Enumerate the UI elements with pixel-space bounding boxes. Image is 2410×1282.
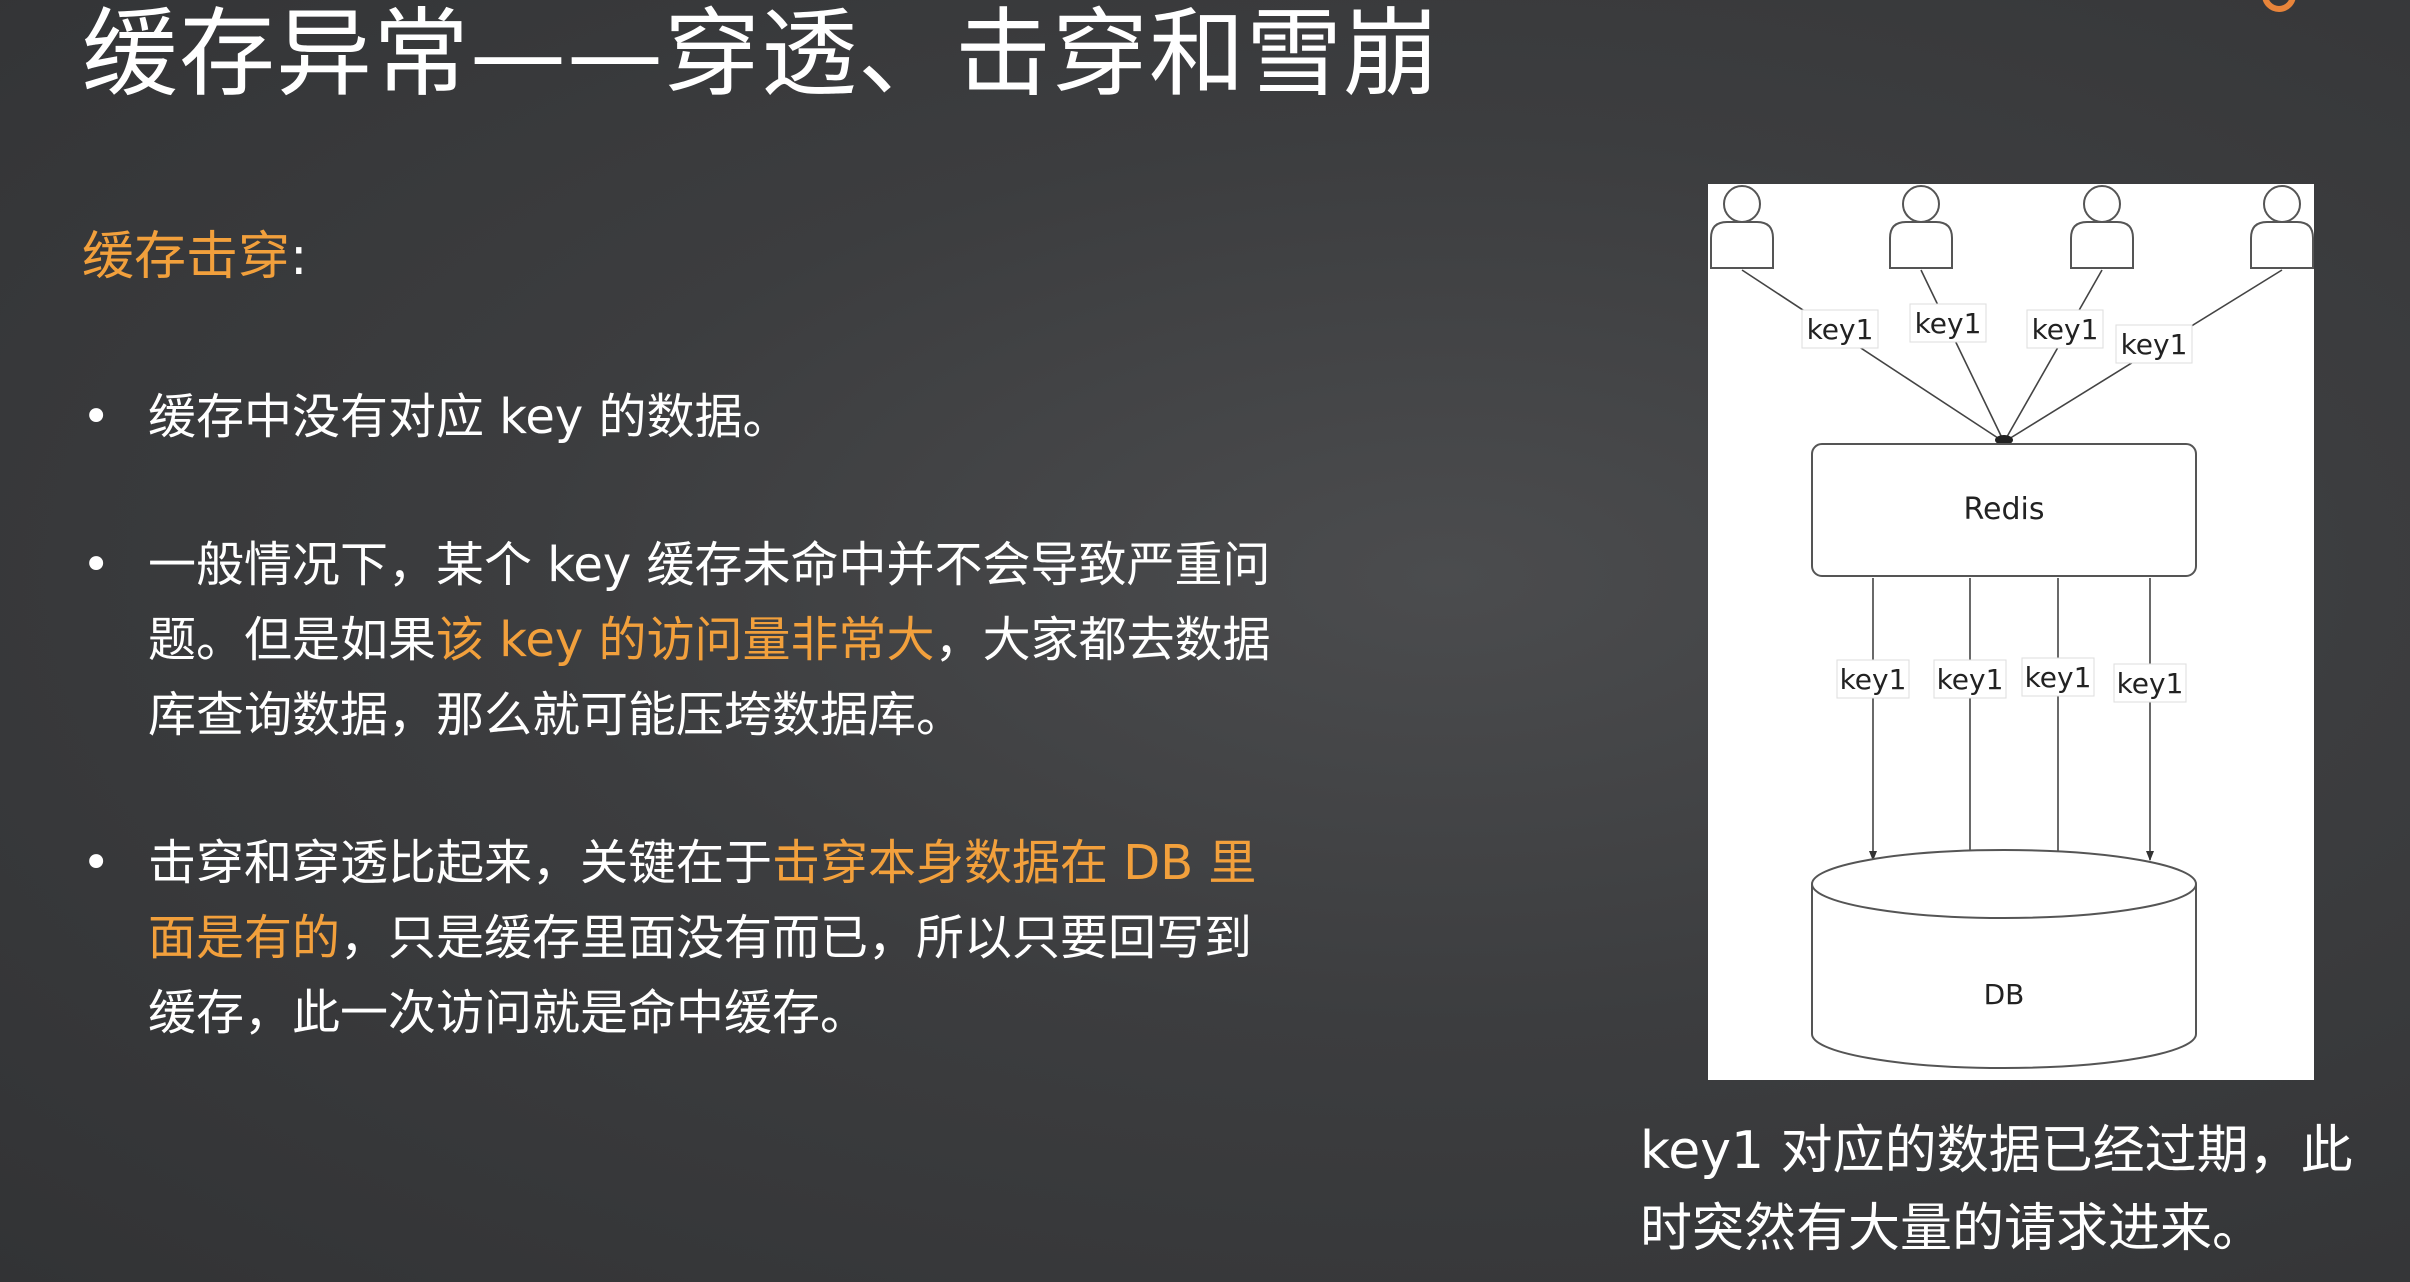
user-icon [2250,185,2314,269]
cache-breakdown-diagram: key1 key1 key1 key1 Redis key1 key1 key1 key1 … [1708,184,2314,1080]
bullet-text: 缓存，此一次访问就是命中缓存。 [148,985,869,1041]
bullet-line: 题。但是如果该 key 的访问量非常大，大家都去数据 [148,603,1382,678]
diagram-canvas: key1 key1 key1 key1 Redis key1 key1 key1 key1 … [1710,185,2314,1069]
highlighted-text: 面是有的 [148,910,341,966]
bullet-marker: • [82,389,111,445]
redis-label: Redis [1964,492,2045,527]
bullet-marker: • [82,537,111,593]
bullet-text: 击穿和穿透比起来，关键在于 [148,835,773,891]
bullet-line: 击穿和穿透比起来，关键在于击穿本身数据在 DB 里 [148,826,1382,901]
bullet-marker: • [82,835,111,891]
caption-line-2: 时突然有大量的请求进来。 [1640,1199,2265,1259]
request-key-label: key1 [1807,313,1874,346]
bullet-text: 缓存中没有对应 key 的数据。 [148,389,791,445]
request-arrow [2003,269,2103,443]
query-key-label: key1 [1840,663,1907,696]
section-heading-text: 缓存击穿 [82,227,291,287]
slide-title: 缓存异常——穿透、击穿和雪崩 [82,0,1440,110]
request-key-label: key1 [2121,328,2188,361]
db-cylinder [1811,849,2197,1069]
user-icon [1889,185,1953,269]
request-arrow [1741,269,2005,443]
highlighted-text: 击穿本身数据在 DB 里 [772,835,1257,891]
diagram-caption: key1 对应的数据已经过期，此 时突然有大量的请求进来。 [1640,1112,2353,1268]
bullet-line: 面是有的，只是缓存里面没有而已，所以只要回写到 [148,901,1382,976]
user-icon [2070,185,2134,269]
bullet-item: • 击穿和穿透比起来，关键在于击穿本身数据在 DB 里面是有的，只是缓存里面没有而… [82,826,1382,1051]
bullet-line: 一般情况下，某个 key 缓存未命中并不会导致严重问 [148,528,1382,603]
bullet-text: 库查询数据，那么就可能压垮数据库。 [148,687,965,743]
bullet-text: ，只是缓存里面没有而已，所以只要回写到 [340,910,1253,966]
bullet-text: 题。但是如果 [148,612,437,668]
brand-logo-icon [2262,0,2296,12]
db-label: DB [1984,978,2025,1011]
request-key-label: key1 [2032,313,2099,346]
request-key-label: key1 [1915,307,1982,340]
user-icon [1710,185,1774,269]
query-key-label: key1 [2117,667,2184,700]
section-heading-colon: : [290,227,308,287]
bullet-line: 库查询数据，那么就可能压垮数据库。 [148,678,1382,753]
query-key-label: key1 [2025,661,2092,694]
bullet-line: 缓存，此一次访问就是命中缓存。 [148,976,1382,1051]
request-arrow [1920,269,2005,443]
caption-line-1: key1 对应的数据已经过期，此 [1640,1121,2353,1181]
bullet-text: 一般情况下，某个 key 缓存未命中并不会导致严重问 [148,537,1271,593]
bullet-line: 缓存中没有对应 key 的数据。 [148,380,1382,455]
highlighted-text: 该 key 的访问量非常大 [436,612,935,668]
bullet-list: • 缓存中没有对应 key 的数据。 • 一般情况下，某个 key 缓存未命中并不会导… [82,380,1382,1124]
bullet-item: • 一般情况下，某个 key 缓存未命中并不会导致严重问 题。但是如果该 key 的… [82,528,1382,753]
section-heading: 缓存击穿: [82,226,308,288]
bullet-item: • 缓存中没有对应 key 的数据。 [82,380,1382,455]
query-key-label: key1 [1937,663,2004,696]
bullet-text: ，大家都去数据 [934,612,1271,668]
